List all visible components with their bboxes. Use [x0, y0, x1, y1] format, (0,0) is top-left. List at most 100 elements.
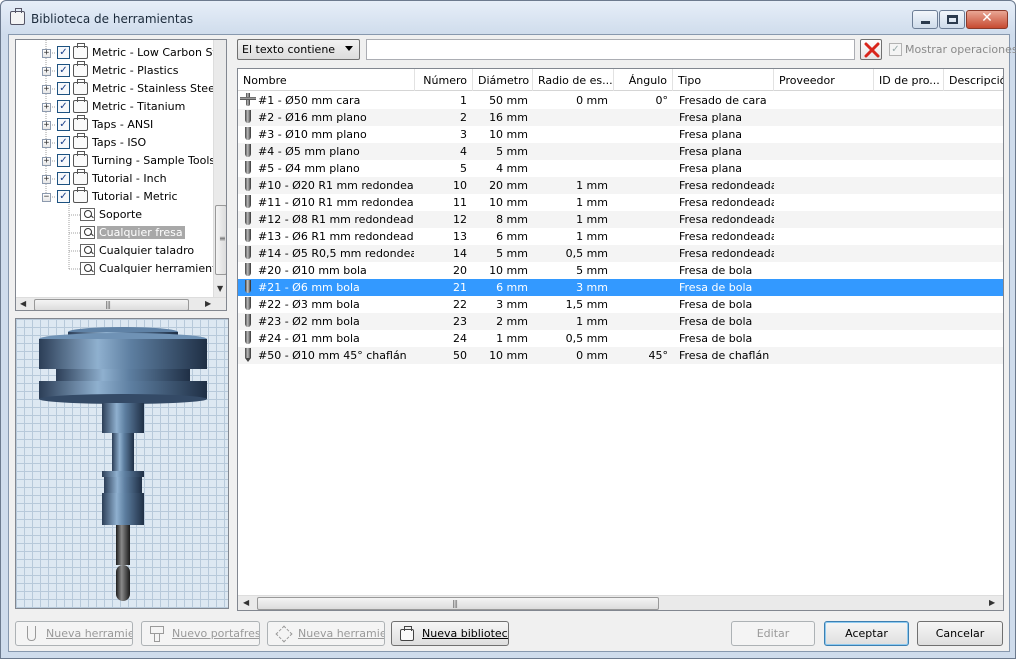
expand-icon[interactable]: + — [42, 157, 51, 166]
cell-radius: 0 mm — [576, 94, 608, 107]
checkbox-icon[interactable]: ✓ — [57, 82, 70, 95]
col-header-description[interactable]: Descripción — [944, 69, 1003, 91]
table-row[interactable]: #14 - Ø5 R0,5 mm redondeada 14 5 mm 0,5 mm F… — [238, 245, 1003, 262]
search-query-icon — [80, 262, 95, 275]
table-row[interactable]: #12 - Ø8 R1 mm redondeada 12 8 mm 1 mm Fresa… — [238, 211, 1003, 228]
table-row[interactable]: #23 - Ø2 mm bola 23 2 mm 1 mm Fresa de bola — [238, 313, 1003, 330]
scroll-right-icon[interactable]: ▶ — [989, 598, 995, 607]
table-row[interactable]: #24 - Ø1 mm bola 24 1 mm 0,5 mm Fresa de bol… — [238, 330, 1003, 347]
expand-icon[interactable]: + — [42, 67, 51, 76]
checkbox-icon[interactable]: ✓ — [57, 46, 70, 59]
tree-item[interactable]: + ✓ Tutorial - Inch — [16, 169, 212, 188]
col-header-type[interactable]: Tipo — [673, 69, 774, 91]
cell-angle: 45° — [648, 349, 669, 362]
table-row[interactable]: #20 - Ø10 mm bola 20 10 mm 5 mm Fresa de bol… — [238, 262, 1003, 279]
cell-radius: 1 mm — [576, 196, 608, 209]
library-icon — [73, 187, 88, 203]
tool-table[interactable]: Nombre Número Diámetro Radio de es... Án… — [237, 68, 1004, 611]
tree-item[interactable]: + ✓ Turning - Sample Tools — [16, 151, 215, 170]
table-row[interactable]: #2 - Ø16 mm plano 2 16 mm Fresa plana — [238, 109, 1003, 126]
close-button[interactable]: ✕ — [966, 10, 1008, 29]
cell-radius: 1 mm — [576, 213, 608, 226]
tree-horizontal-scroll-thumb[interactable]: ||| — [34, 299, 189, 310]
cell-type: Fresa redondeada — [679, 179, 774, 192]
col-header-angle[interactable]: Ángulo — [614, 69, 673, 91]
tree-item[interactable]: Cualquier herramienta de — [16, 260, 226, 278]
tree-item[interactable]: + ✓ Metric - Stainless Steel — [16, 79, 218, 98]
filter-mode-dropdown[interactable]: El texto contiene — [237, 39, 360, 60]
tree-item[interactable]: + ✓ Metric - Low Carbon Steel — [16, 43, 226, 62]
col-header-radius[interactable]: Radio de es... — [533, 69, 614, 91]
table-row[interactable]: #1 - Ø50 mm cara 1 50 mm 0 mm 0° Fresado de c… — [238, 92, 1003, 109]
minimize-button[interactable] — [912, 10, 938, 29]
filter-text-input[interactable] — [366, 39, 855, 60]
library-icon — [73, 151, 88, 167]
table-row[interactable]: #22 - Ø3 mm bola 22 3 mm 1,5 mm Fresa de bol… — [238, 296, 1003, 313]
checkbox-icon[interactable]: ✓ — [57, 172, 70, 185]
table-row[interactable]: #50 - Ø10 mm 45° chaflán 50 10 mm 0 mm 45° Fr… — [238, 347, 1003, 364]
table-horizontal-scroll-thumb[interactable]: ||| — [257, 597, 659, 610]
new-holder-button[interactable]: Nuevo portafresas — [141, 621, 260, 646]
col-header-vendor[interactable]: Proveedor — [774, 69, 874, 91]
tree-item[interactable]: + ✓ Metric - Plastics — [16, 61, 212, 80]
edit-button[interactable]: Editar — [731, 621, 815, 646]
collapse-icon[interactable]: − — [42, 193, 51, 202]
show-operations-checkbox[interactable]: ✓ Mostrar operaciones — [889, 42, 1016, 57]
scroll-left-icon[interactable]: ◀ — [243, 598, 249, 607]
close-icon: ✕ — [981, 10, 993, 26]
expand-icon[interactable]: + — [42, 121, 51, 130]
expand-icon[interactable]: + — [42, 103, 51, 112]
table-row[interactable]: #11 - Ø10 R1 mm redondeada 11 10 mm 1 mm Fre… — [238, 194, 1003, 211]
cancel-button[interactable]: Cancelar — [917, 621, 1003, 646]
table-row[interactable]: #13 - Ø6 R1 mm redondeada 13 6 mm 1 mm Fresa… — [238, 228, 1003, 245]
checkbox-icon[interactable]: ✓ — [57, 100, 70, 113]
expand-icon[interactable]: + — [42, 139, 51, 148]
table-horizontal-scrollbar[interactable]: ◀ ||| ▶ — [238, 595, 1003, 610]
checkbox-icon[interactable]: ✓ — [57, 136, 70, 149]
scroll-right-icon[interactable]: ▶ — [205, 299, 211, 308]
tree-item[interactable]: Cualquier fresa — [16, 224, 212, 242]
tree-vertical-scroll-thumb[interactable]: ≡ — [215, 205, 226, 275]
table-row[interactable]: #3 - Ø10 mm plano 3 10 mm Fresa plana — [238, 126, 1003, 143]
expand-icon[interactable]: + — [42, 85, 51, 94]
col-header-number[interactable]: Número — [415, 69, 473, 91]
clear-filter-button[interactable] — [860, 39, 882, 60]
tree-item[interactable]: Soporte — [16, 206, 212, 224]
tree-horizontal-scrollbar[interactable]: ◀ ||| ▶ — [16, 297, 226, 310]
scroll-down-icon[interactable]: ▼ — [217, 284, 223, 293]
expand-icon[interactable]: + — [42, 175, 51, 184]
scroll-left-icon[interactable]: ◀ — [20, 299, 26, 308]
col-header-name[interactable]: Nombre — [238, 69, 415, 91]
tree-vertical-scrollbar[interactable]: ≡ ▼ — [213, 40, 226, 297]
tree-item[interactable]: + ✓ Taps - ISO — [16, 133, 212, 152]
checkbox-icon[interactable]: ✓ — [889, 43, 902, 56]
table-row[interactable]: #4 - Ø5 mm plano 4 5 mm Fresa plana — [238, 143, 1003, 160]
new-tool-2-button[interactable]: Nueva herramienta — [267, 621, 385, 646]
checkbox-icon[interactable]: ✓ — [57, 64, 70, 77]
checkbox-icon[interactable]: ✓ — [57, 154, 70, 167]
maximize-button[interactable] — [939, 10, 965, 29]
tree-item[interactable]: + ✓ Taps - ANSI — [16, 115, 212, 134]
tree-item[interactable]: + ✓ Metric - Titanium — [16, 97, 212, 116]
expand-icon[interactable]: + — [42, 49, 51, 58]
table-row[interactable]: #5 - Ø4 mm plano 5 4 mm Fresa plana — [238, 160, 1003, 177]
new-tool-button[interactable]: Nueva herramienta — [15, 621, 133, 646]
accept-button[interactable]: Aceptar — [824, 621, 909, 646]
checkbox-icon[interactable]: ✓ — [57, 190, 70, 203]
bull-nose-mill-icon — [244, 178, 252, 193]
cell-type: Fresa redondeada — [679, 213, 774, 226]
col-header-product-id[interactable]: ID de pro... — [874, 69, 944, 91]
checkbox-icon[interactable]: ✓ — [57, 118, 70, 131]
table-row[interactable]: #21 - Ø6 mm bola 21 6 mm 3 mm Fresa de bola — [238, 279, 1003, 296]
face-mill-icon — [240, 93, 256, 108]
col-header-diameter[interactable]: Diámetro — [473, 69, 533, 91]
tree-item[interactable]: − ✓ Tutorial - Metric — [16, 187, 212, 206]
title-bar[interactable]: Biblioteca de herramientas ✕ — [1, 1, 1015, 35]
table-row[interactable]: #10 - Ø20 R1 mm redondeada 10 20 mm 1 mm Fre… — [238, 177, 1003, 194]
library-tree[interactable]: + ✓ Metric - Low Carbon Steel + ✓ Metric - Pl… — [15, 39, 227, 311]
filter-mode-value: El texto contiene — [242, 43, 336, 56]
new-library-button[interactable]: Nueva biblioteca — [391, 621, 509, 646]
cell-number: 50 — [453, 349, 467, 362]
tree-item[interactable]: Cualquier taladro — [16, 242, 212, 260]
cell-name: #2 - Ø16 mm plano — [258, 111, 367, 124]
